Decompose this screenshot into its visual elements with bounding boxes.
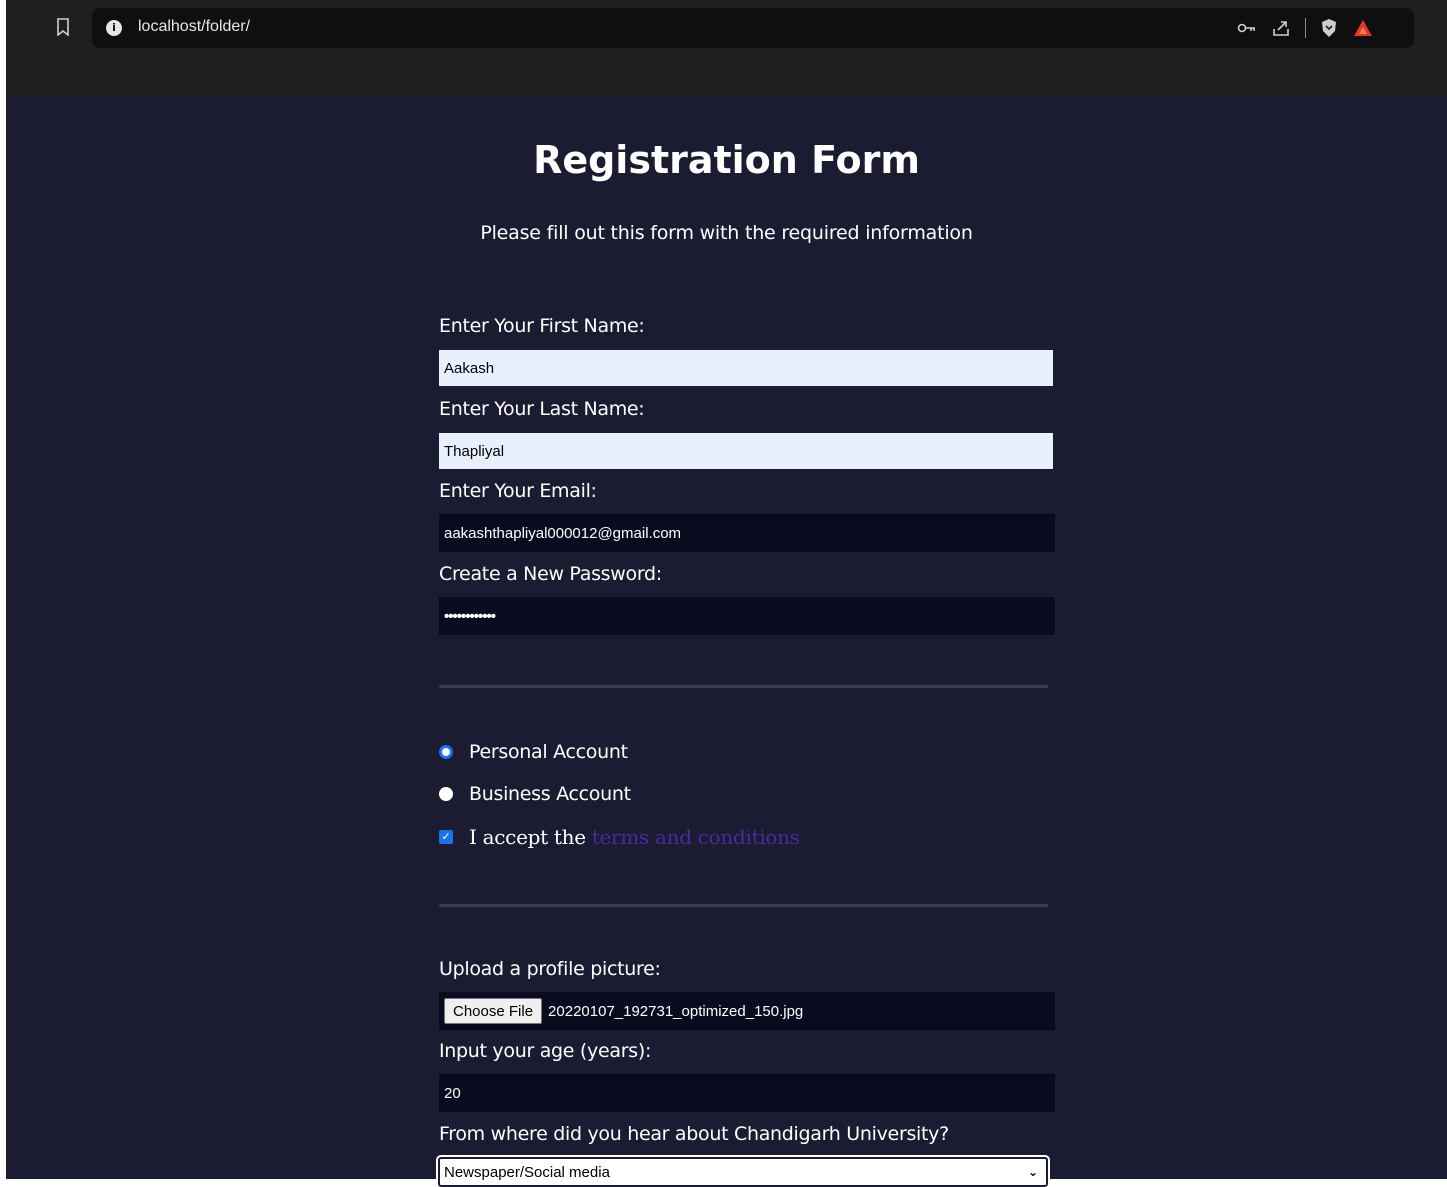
terms-option[interactable]: ✓ I accept the terms and conditions xyxy=(439,825,800,849)
personal-account-label: Personal Account xyxy=(469,741,628,763)
last-name-label: Enter Your Last Name: xyxy=(439,398,645,420)
site-info-icon[interactable]: i xyxy=(106,20,122,36)
terms-text: I accept the xyxy=(469,825,586,849)
selected-file-name: 20220107_192731_optimized_150.jpg xyxy=(548,1002,804,1020)
personal-account-option[interactable]: Personal Account xyxy=(439,741,628,763)
bookmark-icon[interactable] xyxy=(56,18,70,36)
profile-picture-label: Upload a profile picture: xyxy=(439,958,661,980)
email-input[interactable]: aakashthapliyal000012@gmail.com xyxy=(439,514,1055,552)
personal-account-radio[interactable] xyxy=(439,745,453,759)
toolbar-divider xyxy=(1305,18,1306,38)
form-title: Registration Form xyxy=(533,138,920,182)
profile-picture-input[interactable]: Choose File 20220107_192731_optimized_15… xyxy=(439,992,1055,1030)
business-account-option[interactable]: Business Account xyxy=(439,783,631,805)
referrer-select[interactable]: Newspaper/Social media ⌄ xyxy=(436,1155,1050,1187)
brave-rewards-icon[interactable] xyxy=(1352,18,1374,38)
url-text[interactable]: localhost/folder/ xyxy=(138,18,250,36)
form-subtitle: Please fill out this form with the requi… xyxy=(480,222,973,244)
choose-file-button[interactable]: Choose File xyxy=(444,998,543,1024)
address-bar-actions xyxy=(1237,16,1374,40)
registration-page: Registration Form Please fill out this f… xyxy=(6,96,1447,1187)
first-name-label: Enter Your First Name: xyxy=(439,315,645,337)
last-name-input[interactable]: Thapliyal xyxy=(439,433,1053,469)
browser-toolbar: i localhost/folder/ xyxy=(6,8,1447,48)
section-divider xyxy=(439,685,1048,688)
browser-chrome: i localhost/folder/ xyxy=(6,0,1447,96)
share-icon[interactable] xyxy=(1271,18,1291,38)
chevron-down-icon: ⌄ xyxy=(1027,1165,1038,1179)
section-divider xyxy=(439,904,1048,907)
referrer-label: From where did you hear about Chandigarh… xyxy=(439,1123,949,1145)
email-label: Enter Your Email: xyxy=(439,480,597,502)
terms-checkbox[interactable]: ✓ xyxy=(439,830,453,844)
age-input[interactable]: 20 xyxy=(439,1074,1055,1112)
brave-shield-icon[interactable] xyxy=(1320,18,1338,38)
age-label: Input your age (years): xyxy=(439,1040,652,1062)
terms-link[interactable]: terms and conditions xyxy=(592,825,800,849)
key-icon[interactable] xyxy=(1237,21,1257,35)
address-bar[interactable]: i localhost/folder/ xyxy=(92,8,1414,48)
password-input[interactable]: •••••••••••• xyxy=(439,597,1055,635)
first-name-input[interactable]: Aakash xyxy=(439,350,1053,386)
password-label: Create a New Password: xyxy=(439,563,662,585)
business-account-radio[interactable] xyxy=(439,787,453,801)
referrer-selected-value: Newspaper/Social media xyxy=(444,1164,610,1181)
business-account-label: Business Account xyxy=(469,783,631,805)
